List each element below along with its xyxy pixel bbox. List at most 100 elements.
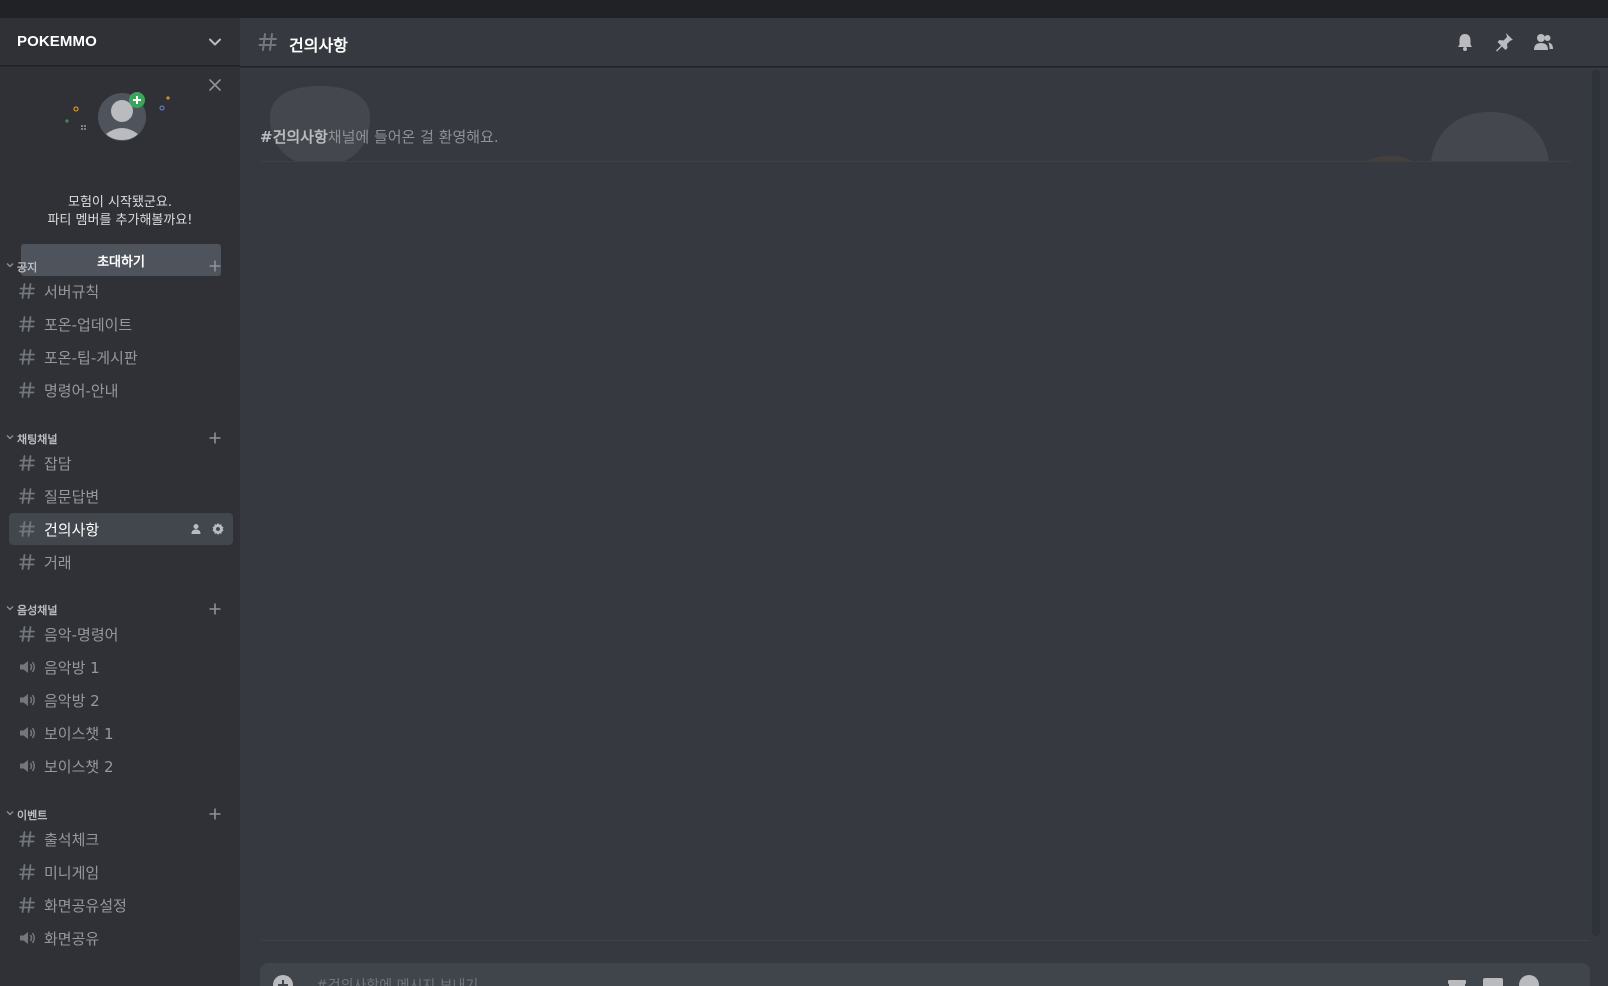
channel-label: 미니게임 [44, 863, 100, 882]
hash-icon [19, 897, 35, 913]
text-channel-item[interactable]: 미니게임 [9, 856, 233, 888]
text-channel-item[interactable]: 잡담 [9, 447, 233, 479]
category-header[interactable]: 채팅채널 [0, 428, 240, 448]
voice-channel-item[interactable]: 음악방 2 [9, 684, 233, 716]
plus-circle-icon[interactable] [272, 974, 294, 986]
server-name: POKEMMO [17, 33, 97, 50]
channel-label: 보이스챗 2 [44, 757, 114, 776]
speaker-icon [20, 760, 35, 772]
category-label: 음성채널 [17, 604, 58, 617]
channel-title: 건의사항 [289, 38, 348, 55]
discord-mascot-icon [270, 86, 370, 161]
category-label: 채팅채널 [17, 433, 58, 446]
channel-label: 건의사항 [44, 520, 100, 539]
category-label: 공지 [17, 261, 38, 274]
hash-icon [19, 864, 35, 880]
channel-label: 화면공유 [44, 929, 100, 948]
speaker-icon [20, 661, 35, 673]
chevron-down-icon[interactable] [6, 433, 14, 441]
text-channel-item[interactable]: 출석체크 [9, 823, 233, 855]
channel-label: 거래 [44, 553, 72, 572]
channel-label: 음악방 1 [44, 658, 100, 677]
server-header[interactable]: POKEMMO [0, 18, 240, 66]
channel-header: 건의사항 [240, 18, 1608, 67]
category-label: 이벤트 [17, 809, 48, 822]
gear-icon[interactable] [211, 522, 225, 536]
hash-icon [19, 554, 35, 570]
category-header[interactable]: 공지 [0, 256, 240, 276]
chevron-down-icon[interactable] [6, 604, 14, 612]
message-scrollbar[interactable] [1592, 70, 1600, 936]
pin-icon[interactable] [1493, 31, 1515, 53]
channel-welcome: #건의사항채널에 들어온 걸 환영해요. [260, 70, 1572, 162]
hash-icon [19, 626, 35, 642]
text-channel-item[interactable]: 포온-팁-게시판 [9, 341, 233, 373]
hash-icon [19, 521, 35, 537]
text-channel-item[interactable]: 거래 [9, 546, 233, 578]
hash-icon [19, 488, 35, 504]
hash-icon [19, 831, 35, 847]
welcome-message: #건의사항채널에 들어온 걸 환영해요. [260, 126, 499, 147]
add-channel-icon[interactable] [208, 602, 222, 616]
channel-label: 음악-명령어 [44, 625, 119, 644]
add-channel-icon[interactable] [208, 431, 222, 445]
message-input[interactable]: #건의사항에 메시지 보내기 [316, 975, 478, 986]
message-composer[interactable]: #건의사항에 메시지 보내기 [260, 963, 1590, 986]
welcome-channel-name: #건의사항 [260, 128, 328, 146]
channel-sidebar: POKEMMO 모험이 시작됐군요. 파티 멤버를 추가해볼까요! 초대하기 공… [0, 18, 240, 986]
voice-channel-item[interactable]: 화면공유 [9, 922, 233, 954]
gif-icon[interactable] [1482, 974, 1504, 986]
speaker-icon [20, 932, 35, 944]
channel-label: 명령어-안내 [44, 381, 119, 400]
window-titlebar [0, 0, 1608, 18]
chevron-down-icon[interactable] [6, 809, 14, 817]
invite-illustration-icon [65, 92, 170, 141]
text-channel-item[interactable]: 질문답변 [9, 480, 233, 512]
channel-actions [191, 522, 225, 536]
hash-icon [19, 455, 35, 471]
close-icon[interactable] [208, 78, 222, 92]
chevron-down-icon[interactable] [206, 33, 224, 51]
hash-icon [19, 316, 35, 332]
emoji-icon[interactable] [1518, 974, 1540, 986]
hash-icon [258, 33, 277, 51]
bell-icon[interactable] [1454, 31, 1476, 53]
text-channel-item[interactable]: 포온-업데이트 [9, 308, 233, 340]
channel-label: 보이스챗 1 [44, 724, 114, 743]
channel-label: 잡담 [44, 454, 72, 473]
text-channel-item[interactable]: 서버규칙 [9, 275, 233, 307]
hash-icon [19, 283, 35, 299]
category-header[interactable]: 이벤트 [0, 804, 240, 824]
channel-label: 질문답변 [44, 487, 100, 506]
speaker-icon [20, 694, 35, 706]
gift-icon[interactable] [1446, 974, 1468, 986]
composer-divider [260, 940, 1590, 941]
hash-icon [19, 349, 35, 365]
channel-label: 서버규칙 [44, 282, 100, 301]
channel-label: 포온-업데이트 [44, 315, 133, 334]
category-header[interactable]: 음성채널 [0, 599, 240, 619]
channel-label: 포온-팁-게시판 [44, 348, 138, 367]
voice-channel-item[interactable]: 음악방 1 [9, 651, 233, 683]
discord-mascot-icon [1367, 112, 1549, 161]
chevron-down-icon[interactable] [6, 261, 14, 269]
text-channel-item[interactable]: 음악-명령어 [9, 618, 233, 650]
members-icon[interactable] [1532, 31, 1554, 53]
add-channel-icon[interactable] [208, 807, 222, 821]
text-channel-item[interactable]: 화면공유설정 [9, 889, 233, 921]
channel-label: 음악방 2 [44, 691, 100, 710]
invite-text: 모험이 시작됐군요. 파티 멤버를 추가해볼까요! [0, 194, 240, 230]
voice-channel-item[interactable]: 보이스챗 2 [9, 750, 233, 782]
invite-line-1: 모험이 시작됐군요. [68, 195, 172, 210]
text-channel-item[interactable]: 건의사항 [9, 513, 233, 545]
welcome-message-text: 채널에 들어온 걸 환영해요. [327, 128, 499, 146]
invite-member-icon[interactable] [191, 522, 205, 536]
channel-label: 출석체크 [44, 830, 100, 849]
channel-label: 화면공유설정 [44, 896, 127, 915]
hash-icon [19, 382, 35, 398]
add-channel-icon[interactable] [208, 259, 222, 273]
invite-line-2: 파티 멤버를 추가해볼까요! [47, 213, 193, 228]
speaker-icon [20, 727, 35, 739]
text-channel-item[interactable]: 명령어-안내 [9, 374, 233, 406]
voice-channel-item[interactable]: 보이스챗 1 [9, 717, 233, 749]
